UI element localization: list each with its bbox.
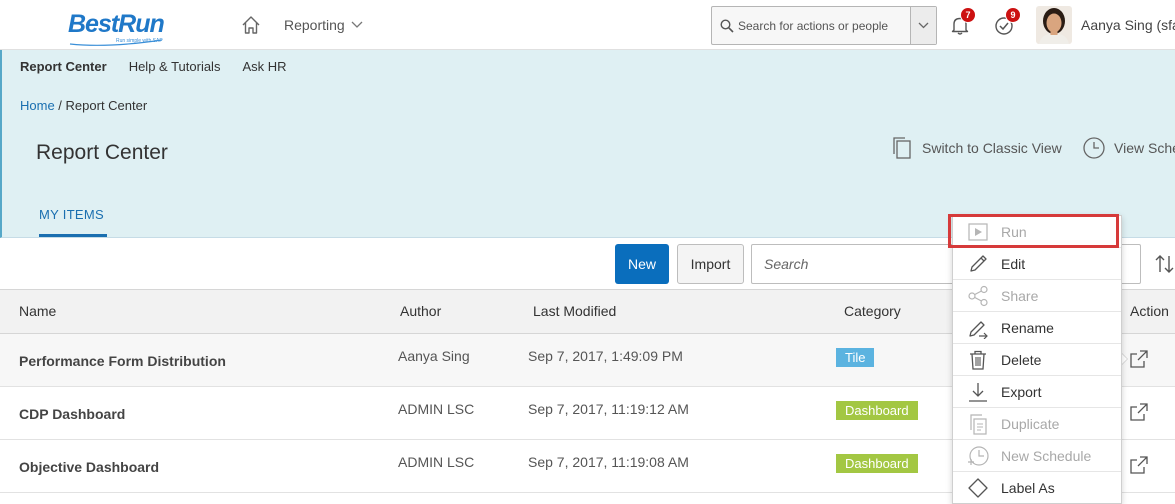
pencil-icon — [970, 255, 987, 272]
row-last-modified: Sep 7, 2017, 1:49:09 PM — [528, 348, 683, 364]
column-header-category[interactable]: Category — [844, 303, 901, 319]
download-icon — [969, 383, 987, 402]
menu-item-label: Run — [1001, 224, 1027, 240]
tab-active-indicator — [39, 234, 107, 237]
column-header-author[interactable]: Author — [400, 303, 441, 319]
subnav-help-tutorials[interactable]: Help & Tutorials — [129, 59, 221, 74]
notifications-badge: 7 — [960, 7, 976, 23]
subnav-report-center[interactable]: Report Center — [20, 59, 107, 74]
menu-item-label: New Schedule — [1001, 448, 1092, 464]
menu-item-label: Label As — [1001, 480, 1055, 496]
menu-item-rename[interactable]: Rename — [953, 312, 1121, 344]
todo-badge: 9 — [1005, 7, 1021, 23]
action-context-menu: Run Edit Share Rename Delete Export Dupl… — [952, 215, 1122, 504]
chevron-down-icon — [918, 22, 929, 29]
logo-text: BestRun — [68, 10, 165, 38]
menu-item-duplicate[interactable]: Duplicate — [953, 408, 1121, 440]
row-name[interactable]: CDP Dashboard — [19, 406, 125, 422]
row-author: ADMIN LSC — [398, 401, 475, 417]
import-button[interactable]: Import — [677, 244, 744, 284]
reporting-menu[interactable]: Reporting — [284, 17, 363, 33]
menu-item-label: Share — [1001, 288, 1039, 304]
user-name[interactable]: Aanya Sing (sfa — [1081, 17, 1175, 33]
category-badge: Dashboard — [836, 454, 918, 473]
menu-item-edit[interactable]: Edit — [953, 248, 1121, 280]
menu-item-delete[interactable]: Delete — [953, 344, 1121, 376]
switch-classic-view-label: Switch to Classic View — [922, 140, 1062, 156]
menu-item-label: Rename — [1001, 320, 1054, 336]
search-scope-dropdown[interactable] — [910, 7, 936, 44]
user-photo-icon — [1036, 6, 1072, 44]
schedule-icon — [968, 446, 989, 466]
breadcrumb-current: Report Center — [65, 98, 148, 113]
copy-view-icon — [893, 137, 911, 159]
menu-item-export[interactable]: Export — [953, 376, 1121, 408]
action-menu-icon[interactable] — [1128, 401, 1150, 423]
subnav-ask-hr[interactable]: Ask HR — [242, 59, 286, 74]
menu-item-share[interactable]: Share — [953, 280, 1121, 312]
row-name[interactable]: Objective Dashboard — [19, 459, 159, 475]
search-icon — [720, 19, 734, 33]
action-menu-icon[interactable] — [1128, 348, 1150, 370]
tag-icon — [968, 478, 988, 498]
column-header-action: Action — [1130, 303, 1169, 319]
category-badge: Dashboard — [836, 401, 918, 420]
share-icon — [968, 285, 988, 307]
row-last-modified: Sep 7, 2017, 11:19:08 AM — [528, 454, 689, 470]
global-search-input[interactable] — [738, 7, 910, 44]
company-logo[interactable]: BestRun Run simple with SAP — [68, 10, 168, 46]
column-header-last-modified[interactable]: Last Modified — [533, 303, 616, 319]
reporting-menu-label: Reporting — [284, 17, 345, 33]
breadcrumb-home-link[interactable]: Home — [20, 98, 55, 113]
menu-item-label: Edit — [1001, 256, 1026, 272]
chevron-down-icon — [351, 21, 363, 28]
notifications-button[interactable]: 7 — [948, 7, 976, 37]
shell-bar: BestRun Run simple with SAP Reporting Se… — [0, 0, 1175, 50]
logo-tagline: Run simple with SAP — [116, 38, 163, 44]
tab-my-items[interactable]: MY ITEMS — [39, 207, 104, 222]
new-button[interactable]: New — [615, 244, 669, 284]
row-author: ADMIN LSC — [398, 454, 475, 470]
row-author: Aanya Sing — [398, 348, 470, 364]
clock-icon — [1083, 137, 1105, 159]
home-icon[interactable] — [240, 14, 262, 36]
todo-button[interactable]: 9 — [993, 7, 1021, 37]
page-title: Report Center — [36, 141, 168, 164]
view-schedules-label: View Sche — [1114, 140, 1175, 156]
column-header-name[interactable]: Name — [19, 303, 56, 319]
menu-item-run[interactable]: Run — [953, 216, 1121, 248]
global-search — [711, 6, 937, 45]
menu-item-label: Delete — [1001, 352, 1042, 368]
action-menu-icon[interactable] — [1128, 454, 1150, 476]
menu-item-label: Export — [1001, 384, 1042, 400]
sub-navigation: Report Center Help & Tutorials Ask HR — [20, 59, 309, 74]
category-badge: Tile — [836, 348, 875, 367]
breadcrumb: Home / Report Center — [20, 98, 147, 113]
breadcrumb-separator: / — [54, 98, 66, 113]
switch-classic-view-link[interactable]: Switch to Classic View — [890, 136, 1062, 160]
menu-item-label-as[interactable]: Label As — [953, 472, 1121, 504]
copy-icon — [970, 414, 987, 435]
menu-item-label: Duplicate — [1001, 416, 1060, 432]
rename-icon — [969, 321, 988, 339]
row-name[interactable]: Performance Form Distribution — [19, 353, 226, 369]
row-last-modified: Sep 7, 2017, 11:19:12 AM — [528, 401, 689, 417]
avatar[interactable] — [1036, 6, 1072, 44]
page-header: Report Center Help & Tutorials Ask HR Ho… — [0, 50, 1175, 238]
view-schedules-link[interactable]: View Sche — [1082, 136, 1175, 160]
trash-icon — [970, 350, 986, 370]
play-icon — [968, 223, 988, 241]
menu-item-new-schedule[interactable]: New Schedule — [953, 440, 1121, 472]
sort-icon[interactable] — [1154, 252, 1175, 276]
